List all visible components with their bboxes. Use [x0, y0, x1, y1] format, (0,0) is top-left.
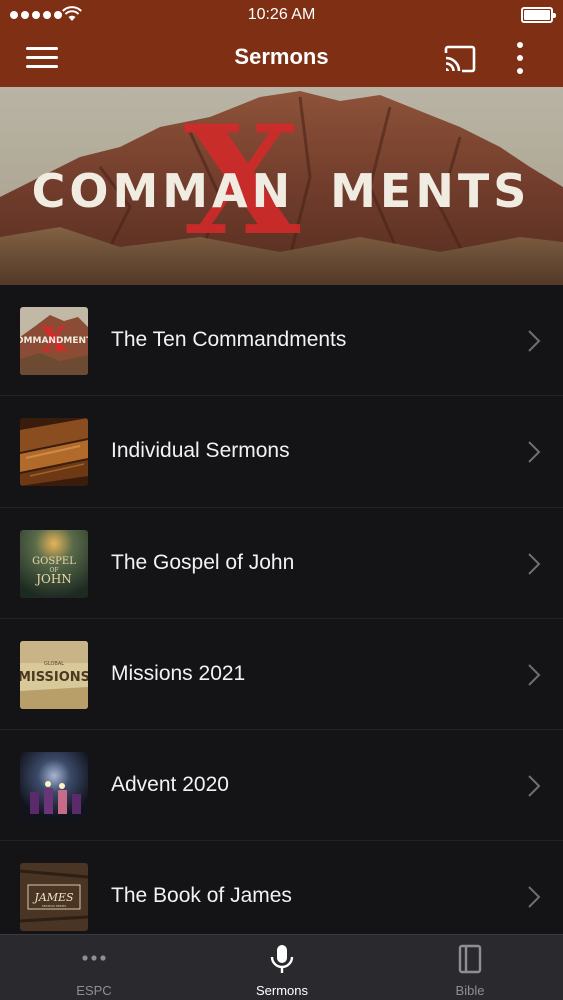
cast-icon[interactable]	[443, 44, 477, 74]
series-thumbnail: GLOBAL MISSIONS	[20, 640, 88, 709]
list-item[interactable]: GLOBAL MISSIONS Missions 2021	[0, 619, 563, 731]
svg-text:COMMANDMENTS: COMMANDMENTS	[20, 336, 88, 346]
svg-text:GOSPEL: GOSPEL	[32, 556, 76, 567]
series-thumbnail: GOSPEL OF JOHN	[20, 529, 88, 598]
list-item[interactable]: JAMES SERMON SERIES The Book of James	[0, 841, 563, 934]
chevron-right-icon	[528, 886, 541, 909]
more-vertical-icon[interactable]	[510, 42, 530, 74]
tab-sermons[interactable]: Sermons	[188, 935, 376, 1000]
microphone-icon	[270, 945, 294, 973]
tab-bible[interactable]: Bible	[376, 935, 563, 1000]
list-item[interactable]: Individual Sermons	[0, 396, 563, 508]
app-bar: Sermons	[0, 30, 563, 87]
chevron-right-icon	[528, 441, 541, 464]
svg-text:COMMANMENTS: COMMAN MENTS	[32, 164, 531, 218]
hero-mountain-image: X COMMAN MENTS	[0, 87, 563, 285]
chevron-right-icon	[528, 552, 541, 575]
series-thumbnail	[20, 752, 88, 821]
series-thumbnail: X COMMANDMENTS	[20, 307, 88, 375]
tab-label: ESPC	[76, 983, 112, 998]
series-thumbnail: JAMES SERMON SERIES	[20, 863, 88, 932]
series-title: The Gospel of John	[111, 550, 295, 574]
status-time: 10:26 AM	[247, 6, 316, 23]
hero-title-right: MENTS	[330, 164, 530, 218]
svg-text:MISSIONS: MISSIONS	[20, 670, 88, 685]
series-title: The Book of James	[111, 884, 292, 908]
more-dots-icon	[82, 955, 106, 961]
series-thumbnail	[20, 418, 88, 487]
svg-text:JAMES: JAMES	[32, 891, 74, 904]
list-item[interactable]: GOSPEL OF JOHN The Gospel of John	[0, 508, 563, 619]
list-item[interactable]: Advent 2020	[0, 730, 563, 842]
series-title: Missions 2021	[111, 661, 246, 685]
list-item[interactable]: X COMMANDMENTS The Ten Commandments	[0, 285, 563, 397]
chevron-right-icon	[528, 330, 541, 352]
series-hero-banner[interactable]: X COMMAN MENTS	[0, 87, 563, 285]
hero-title-left: COMMAN	[32, 164, 295, 218]
series-title: The Ten Commandments	[111, 328, 347, 351]
hamburger-menu-icon[interactable]	[26, 47, 58, 69]
series-title: Advent 2020	[111, 773, 229, 797]
svg-text:GLOBAL: GLOBAL	[44, 661, 64, 667]
tab-label: Sermons	[255, 983, 309, 998]
svg-text:JOHN: JOHN	[34, 572, 72, 586]
book-icon	[458, 944, 482, 974]
page-title: Sermons	[234, 44, 329, 69]
tab-label: Bible	[455, 983, 485, 998]
battery-icon	[521, 7, 556, 23]
tab-bar: ESPC Sermons Bible	[0, 934, 563, 1000]
svg-text:SERMON SERIES: SERMON SERIES	[42, 904, 67, 908]
series-list: X COMMANDMENTS The Ten Commandments Indi…	[0, 285, 563, 934]
chevron-right-icon	[528, 664, 541, 686]
status-bar: 10:26 AM	[0, 0, 563, 30]
series-title: Individual Sermons	[111, 439, 290, 463]
chevron-right-icon	[528, 775, 541, 797]
tab-espc[interactable]: ESPC	[0, 935, 188, 1000]
